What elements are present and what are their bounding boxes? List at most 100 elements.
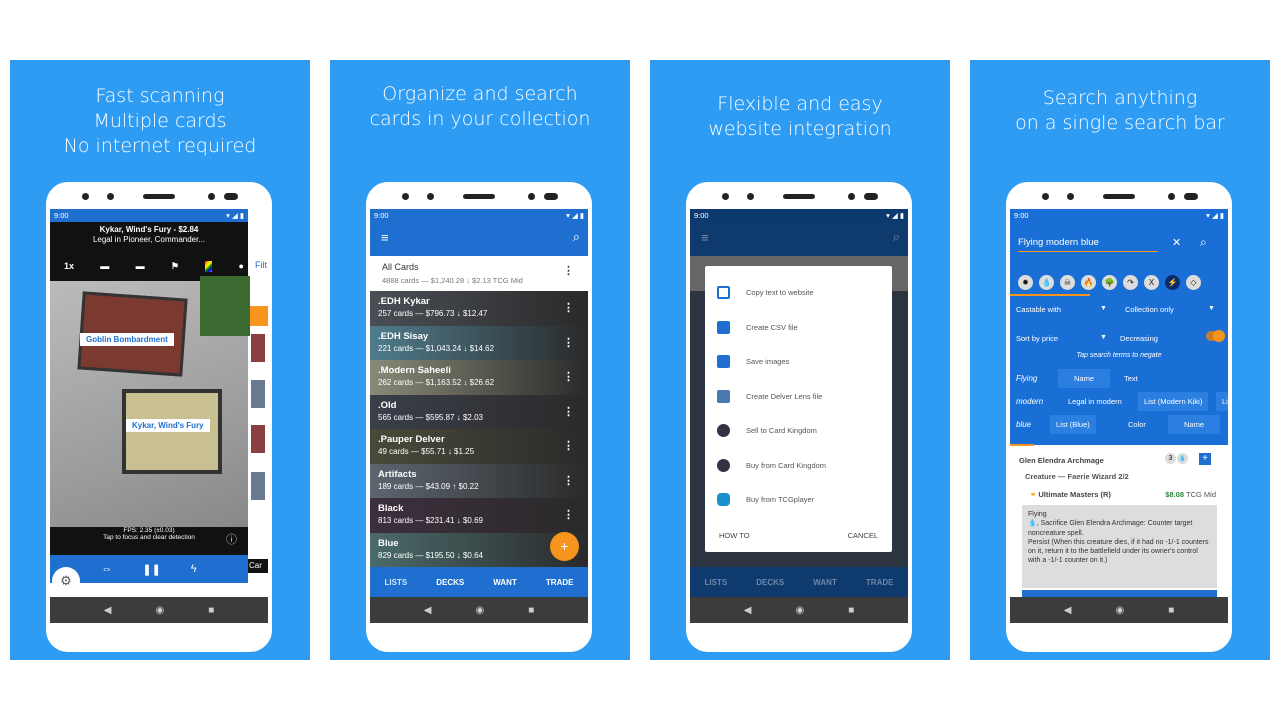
cancel-button[interactable]: CANCEL bbox=[848, 531, 878, 540]
more-icon[interactable]: ⋮ bbox=[563, 508, 574, 521]
term-option[interactable]: Name bbox=[1058, 369, 1110, 388]
add-list-button[interactable]: + bbox=[550, 532, 579, 561]
more-icon[interactable]: ⋮ bbox=[563, 474, 574, 487]
more-icon[interactable]: ⋮ bbox=[563, 301, 574, 314]
menu-icon: ≡ bbox=[701, 230, 709, 245]
clear-icon[interactable]: ✕ bbox=[1172, 236, 1181, 249]
term-option[interactable]: List (Blue) bbox=[1050, 415, 1096, 434]
recents-icon[interactable]: ■ bbox=[848, 605, 854, 616]
term-option[interactable]: List (Modern Kiki) bbox=[1138, 392, 1209, 411]
mana-filter-icon[interactable]: ✹ bbox=[1018, 275, 1033, 290]
detected-card-label[interactable]: Goblin Bombardment bbox=[80, 333, 174, 346]
settings-icon[interactable]: ⚙ bbox=[52, 567, 80, 595]
search-term[interactable]: Flying bbox=[1016, 374, 1037, 383]
term-option[interactable]: Li bbox=[1216, 392, 1228, 411]
menu-item-buy-ck[interactable]: Buy from Card Kingdom bbox=[717, 459, 826, 472]
list-item[interactable]: .Modern Saheeli 262 cards — $1,163.52 ↓ $… bbox=[370, 360, 588, 395]
panel-search: Search anything on a single search bar 9:… bbox=[970, 60, 1270, 660]
flash-off-icon[interactable]: ϟ bbox=[191, 563, 197, 575]
help-icon[interactable]: ⓘ bbox=[226, 531, 237, 547]
tab-trade[interactable]: TRADE bbox=[546, 578, 574, 587]
mana-filter-icon[interactable]: X bbox=[1144, 275, 1159, 290]
mana-filter-icon[interactable]: 💧 bbox=[1039, 275, 1054, 290]
phone: 9:00 ▾ ◢ ▮ ≡ ⌕ All Cards 4888 cards — $1,… bbox=[366, 182, 592, 652]
mana-filter-icon[interactable]: ⚡ bbox=[1165, 275, 1180, 290]
more-icon[interactable]: ⋮ bbox=[563, 264, 574, 277]
list-all-cards[interactable]: All Cards 4888 cards — $1,240.28 ↓ $2.13… bbox=[370, 256, 588, 291]
menu-item-sell-ck[interactable]: Sell to Card Kingdom bbox=[717, 424, 817, 437]
back-icon[interactable]: ◀ bbox=[424, 605, 432, 616]
search-input[interactable]: Flying modern blue bbox=[1018, 237, 1158, 252]
recents-icon[interactable]: ■ bbox=[1168, 605, 1174, 616]
menu-item-buy-tcg[interactable]: Buy from TCGplayer bbox=[717, 493, 814, 506]
add-card-button[interactable]: + bbox=[1199, 453, 1211, 465]
recents-icon[interactable]: ■ bbox=[208, 605, 214, 616]
scan-hint: Tap to focus and clear detection bbox=[103, 534, 195, 541]
back-icon[interactable]: ◀ bbox=[104, 605, 112, 616]
list-item[interactable]: .EDH Sisay 221 cards — $1,043.24 ↓ $14.62… bbox=[370, 325, 588, 360]
more-icon[interactable]: ⋮ bbox=[563, 439, 574, 452]
tab-want[interactable]: WANT bbox=[493, 578, 517, 587]
mana-filter-icon[interactable]: ☠ bbox=[1060, 275, 1075, 290]
rainbow-icon[interactable] bbox=[205, 261, 213, 272]
term-option[interactable]: Legal in modern bbox=[1062, 392, 1128, 411]
legality: Legal in Pioneer, Commander... bbox=[92, 235, 206, 244]
list-item[interactable]: .EDH Kykar 257 cards — $796.73 ↓ $12.47 ⋮ bbox=[370, 291, 588, 326]
search-term[interactable]: blue bbox=[1016, 420, 1031, 429]
new-icon[interactable]: ▬ bbox=[136, 261, 145, 272]
home-icon[interactable]: ◉ bbox=[795, 605, 804, 616]
list-item[interactable]: .Old 565 cards — $595.87 ↓ $2.03 ⋮ bbox=[370, 394, 588, 429]
result-card-name[interactable]: Glen Elendra Archmage bbox=[1019, 456, 1104, 465]
side-filter[interactable]: Filt bbox=[255, 260, 267, 270]
home-icon[interactable]: ◉ bbox=[1115, 605, 1124, 616]
sort-dropdown[interactable]: Sort by price bbox=[1016, 334, 1058, 343]
menu-item-csv[interactable]: Create CSV file bbox=[717, 321, 798, 334]
more-icon[interactable]: ⋮ bbox=[563, 405, 574, 418]
home-icon[interactable]: ◉ bbox=[155, 605, 164, 616]
card-type: Creature — Faerie Wizard 2/2 bbox=[1025, 472, 1129, 481]
term-option[interactable]: Name bbox=[1168, 415, 1220, 434]
trash-icon[interactable]: ● bbox=[239, 261, 244, 272]
list-item[interactable]: .Pauper Delver 49 cards — $55.71 ↓ $1.25 ⋮ bbox=[370, 429, 588, 464]
flag-icon[interactable]: ⚑ bbox=[171, 261, 179, 272]
more-icon[interactable]: ⋮ bbox=[563, 370, 574, 383]
more-icon[interactable]: ⋮ bbox=[563, 336, 574, 349]
status-icons: ▾ ◢ ▮ bbox=[226, 211, 244, 220]
castable-dropdown[interactable]: Castable with bbox=[1016, 305, 1061, 314]
search-term[interactable]: modern bbox=[1016, 397, 1043, 406]
back-icon[interactable]: ◀ bbox=[744, 605, 752, 616]
menu-item-copy-text[interactable]: Copy text to website bbox=[717, 286, 814, 299]
menu-item-save-images[interactable]: Save images bbox=[717, 355, 789, 368]
term-option[interactable]: Text bbox=[1118, 369, 1144, 388]
swap-icon[interactable]: ⇔ bbox=[101, 563, 112, 575]
side-card: Car bbox=[247, 559, 268, 573]
menu-icon[interactable]: ≡ bbox=[381, 230, 389, 245]
card-title: Kykar, Wind's Fury - $2.84 bbox=[99, 225, 199, 234]
detected-card-label[interactable]: Kykar, Wind's Fury bbox=[126, 419, 210, 432]
menu-item-delver-file[interactable]: Create Delver Lens file bbox=[717, 390, 822, 403]
zoom-button[interactable]: 1x bbox=[64, 261, 74, 272]
mana-filter-icon[interactable]: 🌳 bbox=[1102, 275, 1117, 290]
home-icon[interactable]: ◉ bbox=[475, 605, 484, 616]
term-option[interactable]: Color bbox=[1122, 415, 1152, 434]
recents-icon[interactable]: ■ bbox=[528, 605, 534, 616]
search-icon: ⌕ bbox=[892, 229, 900, 244]
mana-filter-icon[interactable]: ◇ bbox=[1186, 275, 1201, 290]
pause-icon[interactable]: ❚❚ bbox=[142, 563, 160, 576]
how-to-button[interactable]: HOW TO bbox=[719, 531, 750, 540]
camera-view[interactable]: Goblin Bombardment Kykar, Wind's Fury bbox=[50, 276, 250, 527]
decreasing-toggle[interactable] bbox=[1206, 330, 1225, 342]
list-item[interactable]: Black 813 cards — $231.41 ↓ $0.69 ⋮ bbox=[370, 498, 588, 533]
side-list: Filt Car bbox=[247, 209, 268, 623]
list-item[interactable]: Artifacts 189 cards — $43.09 ↑ $0.22 ⋮ bbox=[370, 463, 588, 498]
search-icon[interactable]: ⌕ bbox=[573, 229, 580, 245]
tab-decks[interactable]: DECKS bbox=[436, 578, 464, 587]
search-icon[interactable]: ⌕ bbox=[1200, 235, 1207, 250]
foil-icon[interactable]: ▬ bbox=[100, 261, 109, 272]
price-source: TCG Mid bbox=[1186, 490, 1216, 499]
mana-filter-icon[interactable]: ↷ bbox=[1123, 275, 1138, 290]
back-icon[interactable]: ◀ bbox=[1064, 605, 1072, 616]
mana-filter-icon[interactable]: 🔥 bbox=[1081, 275, 1096, 290]
collection-dropdown[interactable]: Collection only bbox=[1125, 305, 1174, 314]
tab-lists[interactable]: LISTS bbox=[385, 578, 408, 587]
